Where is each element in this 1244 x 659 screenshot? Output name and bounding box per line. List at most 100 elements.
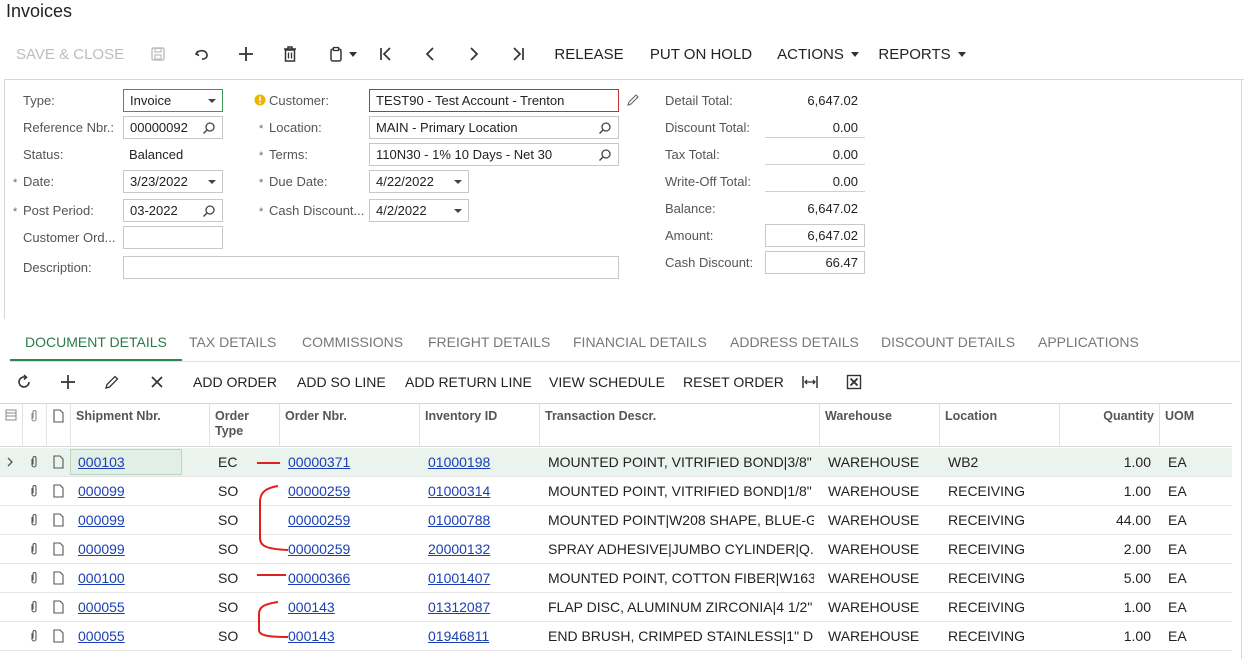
last-record-icon[interactable]	[506, 36, 530, 72]
type-select[interactable]: Invoice	[123, 89, 223, 112]
add-return-line-button[interactable]: ADD RETURN LINE	[405, 368, 532, 396]
location-input[interactable]: MAIN - Primary Location	[369, 116, 619, 139]
add-so-line-button[interactable]: ADD SO LINE	[297, 368, 386, 396]
row-selector-header[interactable]	[0, 404, 22, 447]
order-nbr-link[interactable]: 00000259	[288, 535, 413, 563]
next-record-icon[interactable]	[462, 36, 486, 72]
order-nbr-link[interactable]: 00000366	[288, 564, 413, 592]
delete-row-icon[interactable]	[149, 368, 165, 396]
customer-input[interactable]: TEST90 - Test Account - Trenton	[369, 89, 619, 112]
shipment-nbr-link[interactable]: 000099	[78, 477, 178, 505]
copy-paste-menu-icon[interactable]	[322, 36, 362, 72]
paperclip-icon[interactable]	[28, 513, 40, 527]
undo-icon[interactable]	[190, 36, 214, 72]
tab-freight-details[interactable]: FREIGHT DETAILS	[428, 327, 550, 361]
refresh-icon[interactable]	[16, 368, 32, 396]
order-nbr-link[interactable]: 00000259	[288, 506, 413, 534]
tab-document-details[interactable]: DOCUMENT DETAILS	[10, 327, 182, 361]
column-header-location[interactable]: Location	[939, 404, 1059, 447]
note-icon[interactable]	[52, 484, 64, 498]
actions-menu[interactable]: ACTIONS	[776, 36, 860, 72]
table-row[interactable]: 000100 SO 00000366 01001407 MOUNTED POIN…	[0, 564, 1232, 593]
shipment-nbr-link[interactable]: 000103	[78, 448, 178, 476]
first-record-icon[interactable]	[374, 36, 398, 72]
note-icon[interactable]	[52, 600, 64, 614]
column-header-quantity[interactable]: Quantity	[1059, 404, 1159, 447]
inventory-id-link[interactable]: 01000198	[428, 448, 533, 476]
save-close-button[interactable]: SAVE & CLOSE	[16, 36, 126, 72]
column-header-order-nbr[interactable]: Order Nbr.	[279, 404, 419, 447]
paperclip-icon[interactable]	[28, 455, 40, 469]
shipment-nbr-link[interactable]: 000100	[78, 564, 178, 592]
excel-export-icon[interactable]	[846, 368, 862, 396]
paperclip-icon[interactable]	[28, 629, 40, 643]
edit-icon[interactable]	[104, 368, 120, 396]
shipment-nbr-link[interactable]: 000055	[78, 593, 178, 621]
delete-icon[interactable]	[278, 36, 302, 72]
cash-discount-input[interactable]: 66.47	[765, 251, 865, 274]
column-header-warehouse[interactable]: Warehouse	[819, 404, 939, 447]
column-header-uom[interactable]: UOM	[1159, 404, 1232, 447]
paperclip-icon[interactable]	[28, 571, 40, 585]
inventory-id-link[interactable]: 01000314	[428, 477, 533, 505]
note-icon[interactable]	[52, 571, 64, 585]
tab-applications[interactable]: APPLICATIONS	[1038, 327, 1139, 361]
note-icon[interactable]	[52, 542, 64, 556]
order-nbr-link[interactable]: 000143	[288, 622, 413, 650]
inventory-id-link[interactable]: 01001407	[428, 564, 533, 592]
add-icon[interactable]	[234, 36, 258, 72]
paperclip-icon[interactable]	[28, 600, 40, 614]
order-nbr-link[interactable]: 00000259	[288, 477, 413, 505]
description-input[interactable]	[123, 256, 619, 279]
inventory-id-link[interactable]: 01946811	[428, 622, 533, 650]
table-row[interactable]: 000099 SO 00000259 01000788 MOUNTED POIN…	[0, 506, 1232, 535]
note-icon[interactable]	[52, 455, 64, 469]
reference-nbr-input[interactable]: 00000092	[123, 116, 223, 139]
inventory-id-link[interactable]: 01312087	[428, 593, 533, 621]
tab-commissions[interactable]: COMMISSIONS	[302, 327, 403, 361]
column-header-shipment-nbr[interactable]: Shipment Nbr.	[70, 404, 209, 447]
table-row[interactable]: 000099 SO 00000259 20000132 SPRAY ADHESI…	[0, 535, 1232, 564]
inventory-id-link[interactable]: 20000132	[428, 535, 533, 563]
cash-discount-date-picker[interactable]: 4/2/2022	[369, 199, 469, 222]
tab-address-details[interactable]: ADDRESS DETAILS	[730, 327, 859, 361]
shipment-nbr-link[interactable]: 000055	[78, 622, 178, 650]
paperclip-icon[interactable]	[28, 484, 40, 498]
table-row[interactable]: 000055 SO 000143 01946811 END BRUSH, CRI…	[0, 622, 1232, 651]
edit-pencil-icon[interactable]	[626, 93, 640, 107]
add-order-button[interactable]: ADD ORDER	[193, 368, 277, 396]
previous-record-icon[interactable]	[418, 36, 442, 72]
terms-input[interactable]: 110N30 - 1% 10 Days - Net 30	[369, 143, 619, 166]
save-icon[interactable]	[146, 36, 170, 72]
add-row-icon[interactable]	[60, 368, 76, 396]
column-header-order-type[interactable]: Order Type	[209, 404, 279, 447]
tab-tax-details[interactable]: TAX DETAILS	[189, 327, 276, 361]
note-icon[interactable]	[52, 513, 64, 527]
search-icon[interactable]	[202, 204, 216, 218]
inventory-id-link[interactable]: 01000788	[428, 506, 533, 534]
customer-order-input[interactable]	[123, 226, 223, 249]
tab-discount-details[interactable]: DISCOUNT DETAILS	[881, 327, 1015, 361]
reset-order-button[interactable]: RESET ORDER	[683, 368, 784, 396]
view-schedule-button[interactable]: VIEW SCHEDULE	[549, 368, 665, 396]
release-button[interactable]: RELEASE	[552, 36, 626, 72]
table-row[interactable]: 000099 SO 00000259 01000314 MOUNTED POIN…	[0, 477, 1232, 506]
column-header-transaction-descr[interactable]: Transaction Descr.	[539, 404, 819, 447]
note-icon[interactable]	[52, 629, 64, 643]
order-nbr-link[interactable]: 000143	[288, 593, 413, 621]
date-picker[interactable]: 3/23/2022	[123, 170, 223, 193]
shipment-nbr-link[interactable]: 000099	[78, 506, 178, 534]
due-date-picker[interactable]: 4/22/2022	[369, 170, 469, 193]
post-period-input[interactable]: 03-2022	[123, 199, 223, 222]
search-icon[interactable]	[598, 148, 612, 162]
shipment-nbr-link[interactable]: 000099	[78, 535, 178, 563]
order-nbr-link[interactable]: 00000371	[288, 448, 413, 476]
put-on-hold-button[interactable]: PUT ON HOLD	[648, 36, 754, 72]
fit-columns-icon[interactable]	[801, 368, 819, 396]
tab-financial-details[interactable]: FINANCIAL DETAILS	[573, 327, 707, 361]
amount-input[interactable]: 6,647.02	[765, 224, 865, 247]
table-row[interactable]: 000055 SO 000143 01312087 FLAP DISC, ALU…	[0, 593, 1232, 622]
paperclip-icon[interactable]	[28, 542, 40, 556]
search-icon[interactable]	[202, 121, 216, 135]
table-row[interactable]: 000103 EC 00000371 01000198 MOUNTED POIN…	[0, 448, 1232, 477]
